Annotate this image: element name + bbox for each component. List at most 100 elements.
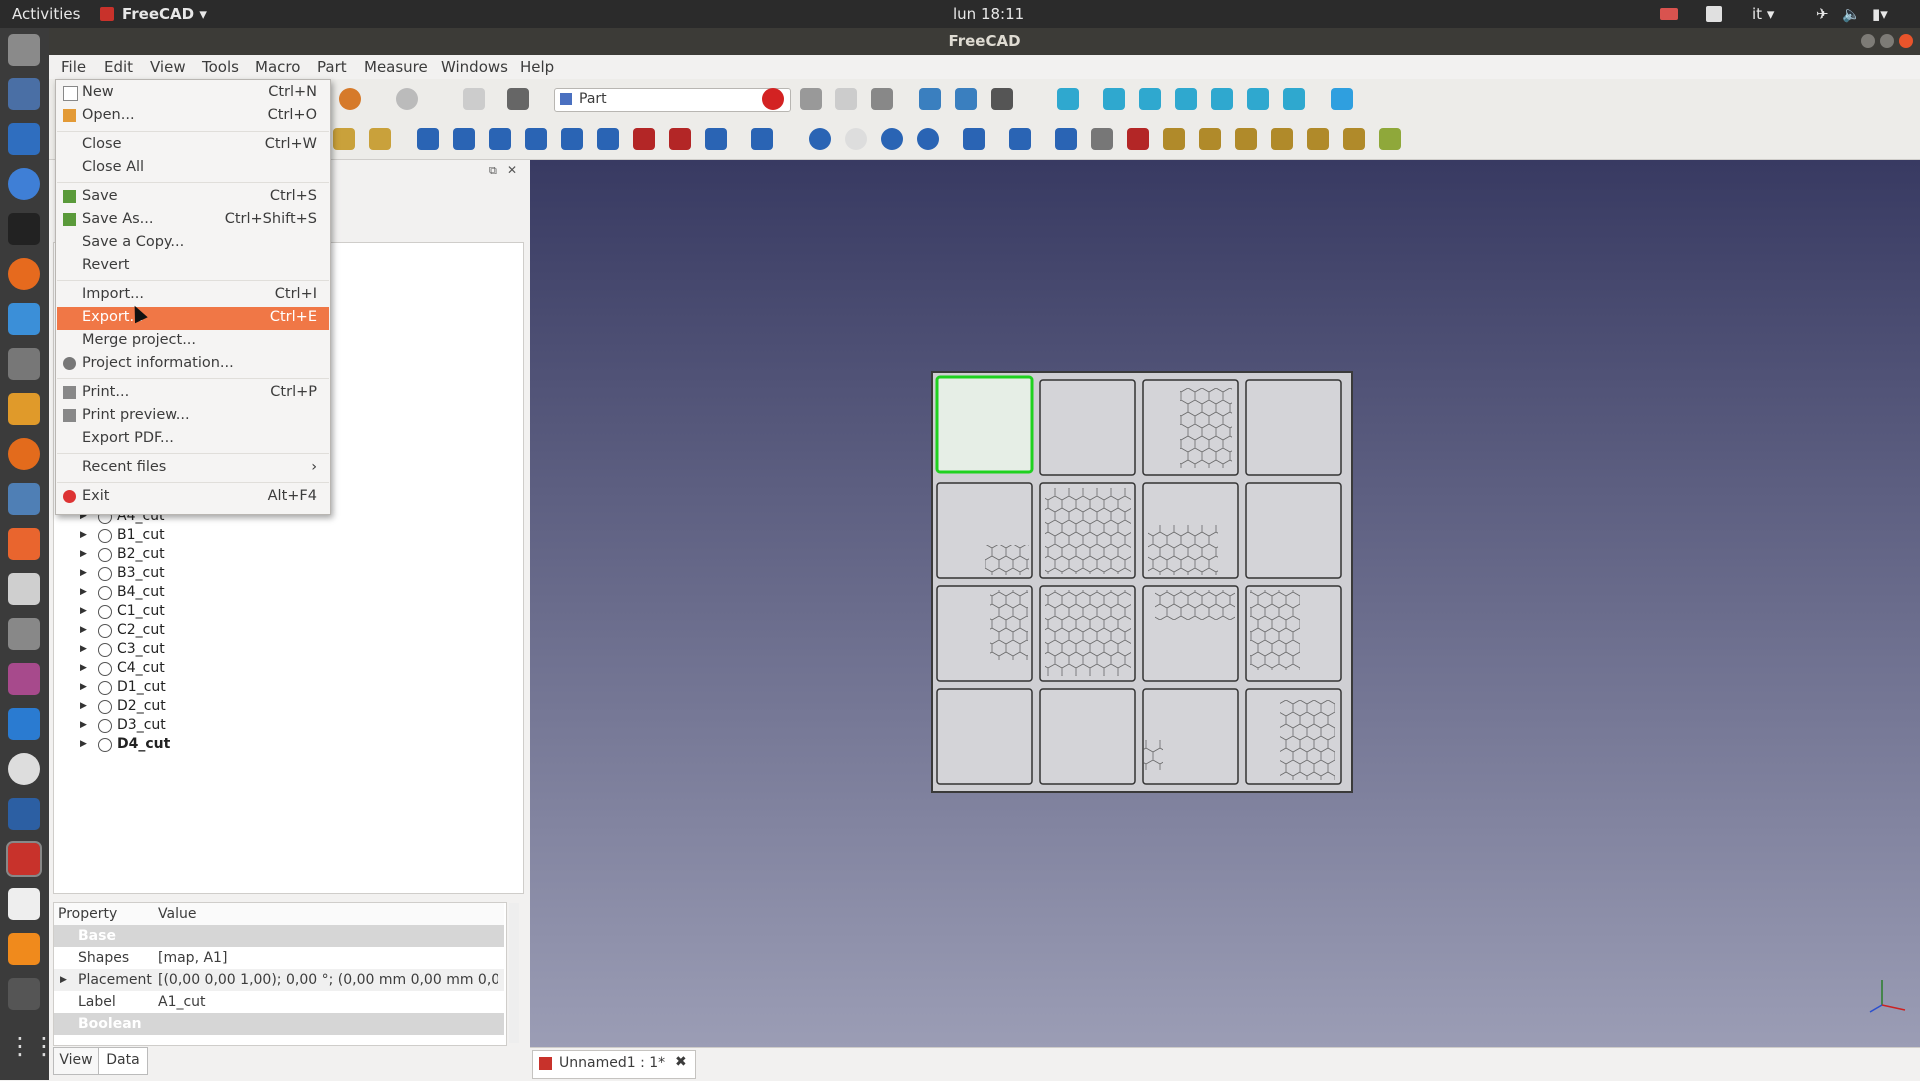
menu-item-project-information[interactable]: Project information... (57, 353, 329, 376)
measure-3d-icon[interactable] (1343, 128, 1365, 150)
redo-icon[interactable] (396, 88, 418, 110)
tab-data[interactable]: Data (98, 1047, 148, 1075)
airplane-icon[interactable]: ✈ (1816, 5, 1829, 23)
fit-all-icon[interactable] (919, 88, 941, 110)
defeaturing-icon[interactable] (1127, 128, 1149, 150)
fillet-icon[interactable] (525, 128, 547, 150)
expand-arrow-icon[interactable]: ▶ (60, 975, 67, 985)
media-icon[interactable] (8, 663, 40, 695)
split-icon[interactable] (1009, 128, 1031, 150)
freecad-dock-icon[interactable] (6, 841, 42, 877)
menu-item-save-copy[interactable]: Save a Copy... (57, 232, 329, 255)
measure-delta-icon[interactable] (1379, 128, 1401, 150)
menu-file[interactable]: File (61, 58, 86, 76)
run-macro-icon[interactable] (871, 88, 893, 110)
measure-clear-icon[interactable] (1271, 128, 1293, 150)
expand-arrow-icon[interactable]: ▶ (80, 739, 87, 749)
offset-icon[interactable] (751, 128, 773, 150)
macro-editor-icon[interactable] (835, 88, 857, 110)
menu-item-recent-files[interactable]: Recent files › (57, 457, 329, 480)
rear-view-icon[interactable] (1211, 88, 1233, 110)
property-row[interactable]: Label A1_cut (54, 991, 504, 1013)
editor-icon[interactable] (8, 303, 40, 335)
expand-arrow-icon[interactable]: ▶ (80, 587, 87, 597)
property-value[interactable]: A1_cut (158, 994, 206, 1010)
bottom-view-icon[interactable] (1247, 88, 1269, 110)
menu-item-close-all[interactable]: Close All (57, 157, 329, 180)
left-view-icon[interactable] (1283, 88, 1305, 110)
close-panel-icon[interactable]: ✕ (507, 163, 517, 177)
primitives-icon[interactable] (333, 128, 355, 150)
minimize-icon[interactable] (1861, 34, 1875, 48)
menu-edit[interactable]: Edit (104, 58, 133, 76)
browser-icon[interactable] (8, 168, 40, 200)
mirror-icon[interactable] (489, 128, 511, 150)
menu-windows[interactable]: Windows (441, 58, 508, 76)
writer-icon[interactable] (8, 123, 40, 155)
column-value[interactable]: Value (158, 906, 196, 922)
clock[interactable]: lun 18:11 (953, 5, 1024, 23)
common-icon[interactable] (917, 128, 939, 150)
camera-app-icon[interactable] (8, 618, 40, 650)
expand-arrow-icon[interactable]: ▶ (80, 682, 87, 692)
document-tab[interactable]: Unnamed1 : 1* ✖ (532, 1050, 696, 1079)
property-row[interactable]: ▶ Placement [(0,00 0,00 1,00); 0,00 °; (… (54, 969, 504, 991)
expand-arrow-icon[interactable]: ▶ (80, 606, 87, 616)
property-value[interactable]: [map, A1] (158, 950, 502, 966)
menu-item-revert[interactable]: Revert (57, 255, 329, 278)
software-center-icon[interactable] (8, 528, 40, 560)
expand-arrow-icon[interactable]: ▶ (80, 568, 87, 578)
measure-toggle-icon[interactable] (1307, 128, 1329, 150)
menu-item-save[interactable]: Save Ctrl+S (57, 186, 329, 209)
measure-refresh-icon[interactable] (1235, 128, 1257, 150)
revolve-icon[interactable] (453, 128, 475, 150)
app-menu[interactable]: FreeCAD ▾ (122, 5, 207, 23)
battery-icon[interactable]: ▮▾ (1872, 5, 1888, 23)
expand-arrow-icon[interactable]: ▶ (80, 701, 87, 711)
join-features-icon[interactable] (963, 128, 985, 150)
menu-item-new[interactable]: New Ctrl+N (57, 82, 329, 105)
expand-arrow-icon[interactable]: ▶ (80, 530, 87, 540)
record-macro-icon[interactable] (762, 88, 784, 110)
compound-icon[interactable] (1055, 128, 1077, 150)
volume-icon[interactable]: 🔈 (1842, 5, 1861, 23)
show-apps-icon[interactable]: ⋮⋮ (8, 1030, 56, 1062)
right-view-icon[interactable] (1175, 88, 1197, 110)
terminal-icon[interactable] (8, 213, 40, 245)
undo-icon[interactable] (339, 88, 361, 110)
section-icon[interactable] (705, 128, 727, 150)
stop-macro-icon[interactable] (800, 88, 822, 110)
maximize-icon[interactable] (1880, 34, 1894, 48)
menu-help[interactable]: Help (520, 58, 554, 76)
notes-icon[interactable] (8, 888, 40, 920)
tools-icon[interactable] (8, 573, 40, 605)
vlc-icon[interactable] (8, 933, 40, 965)
menu-item-merge-project[interactable]: Merge project... (57, 330, 329, 353)
cube-icon[interactable] (8, 798, 40, 830)
isometric-view-icon[interactable] (1057, 88, 1079, 110)
float-panel-icon[interactable]: ⧉ (489, 164, 497, 178)
transfer-icon[interactable] (8, 708, 40, 740)
menu-part[interactable]: Part (317, 58, 347, 76)
3d-viewport[interactable] (530, 160, 1920, 1047)
menu-item-open[interactable]: Open... Ctrl+O (57, 105, 329, 128)
whats-this-icon[interactable] (507, 88, 529, 110)
sweep-icon[interactable] (669, 128, 691, 150)
blender-icon[interactable] (8, 438, 40, 470)
menu-item-export-pdf[interactable]: Export PDF... (57, 428, 329, 451)
cut-icon[interactable] (845, 128, 867, 150)
menu-item-exit[interactable]: Exit Alt+F4 (57, 486, 329, 509)
menu-view[interactable]: View (150, 58, 186, 76)
video-editor-icon[interactable] (8, 978, 40, 1010)
expand-arrow-icon[interactable]: ▶ (80, 663, 87, 673)
menu-tools[interactable]: Tools (202, 58, 239, 76)
activities-button[interactable]: Activities (12, 5, 80, 23)
property-value[interactable]: [(0,00 0,00 1,00); 0,00 °; (0,00 mm 0,00… (158, 972, 498, 988)
language-indicator[interactable]: it ▾ (1752, 5, 1774, 23)
front-view-icon[interactable] (1103, 88, 1125, 110)
camera-icon[interactable] (1660, 8, 1678, 20)
measure-distance-icon[interactable] (1331, 88, 1353, 110)
model-grid[interactable] (530, 160, 1920, 1047)
refresh-icon[interactable] (463, 88, 485, 110)
make-face-icon[interactable] (597, 128, 619, 150)
